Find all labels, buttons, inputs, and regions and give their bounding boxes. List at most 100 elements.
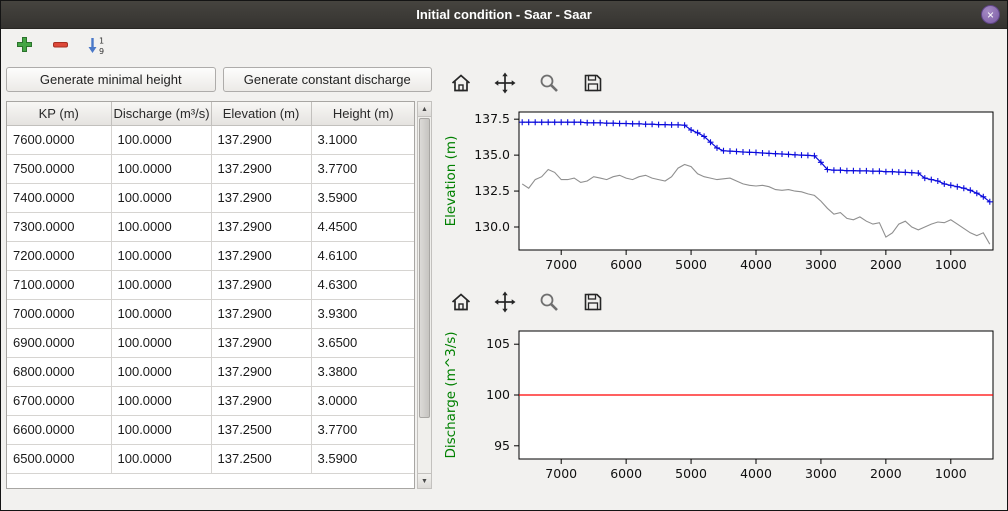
table-cell[interactable]: 4.6100	[311, 241, 415, 270]
table-cell[interactable]: 4.4500	[311, 212, 415, 241]
table-cell[interactable]: 3.7700	[311, 154, 415, 183]
table-row: 7500.0000100.0000137.29003.7700	[7, 154, 415, 183]
sort-rows-button[interactable]: 1 9	[83, 33, 109, 59]
table-cell[interactable]: 3.3800	[311, 357, 415, 386]
close-button[interactable]: ×	[981, 5, 1000, 24]
table-cell[interactable]: 7100.0000	[7, 270, 111, 299]
y-tick-label: 95	[494, 438, 510, 453]
table-cell[interactable]: 100.0000	[111, 444, 211, 473]
table-cell[interactable]: 7500.0000	[7, 154, 111, 183]
table-cell[interactable]: 100.0000	[111, 125, 211, 154]
table-cell[interactable]: 137.2900	[211, 183, 311, 212]
x-tick-label: 2000	[870, 257, 902, 272]
discharge-chart-canvas[interactable]: 700060005000400030002000100095100105Disc…	[441, 321, 1003, 493]
table-row: 7600.0000100.0000137.29003.1000	[7, 125, 415, 154]
table-cell[interactable]: 137.2900	[211, 241, 311, 270]
table-vertical-scrollbar[interactable]: ▲ ▼	[417, 101, 432, 489]
table-cell[interactable]: 100.0000	[111, 212, 211, 241]
table-cell[interactable]: 7000.0000	[7, 299, 111, 328]
table-cell[interactable]: 100.0000	[111, 328, 211, 357]
pan-button[interactable]	[493, 291, 517, 315]
save-button[interactable]	[581, 291, 605, 315]
sort-icon: 1 9	[87, 35, 106, 58]
x-tick-label: 4000	[740, 466, 772, 481]
table-cell[interactable]: 6700.0000	[7, 386, 111, 415]
x-tick-label: 3000	[805, 257, 837, 272]
column-header[interactable]: Elevation (m)	[211, 102, 311, 125]
table-cell[interactable]: 137.2900	[211, 154, 311, 183]
home-icon	[450, 291, 472, 316]
table-cell[interactable]: 137.2900	[211, 299, 311, 328]
window: Initial condition - Saar - Saar × 1 9	[0, 0, 1008, 511]
right-panel: 7000600050004000300020001000130.0132.513…	[435, 63, 1007, 510]
table-cell[interactable]: 100.0000	[111, 386, 211, 415]
table-cell[interactable]: 3.1000	[311, 125, 415, 154]
column-header[interactable]: KP (m)	[7, 102, 111, 125]
generate-minimal-height-button[interactable]: Generate minimal height	[6, 67, 216, 92]
table-cell[interactable]: 6600.0000	[7, 415, 111, 444]
y-axis-label: Discharge (m^3/s)	[443, 331, 459, 458]
table-cell[interactable]: 137.2900	[211, 125, 311, 154]
table-cell[interactable]: 7400.0000	[7, 183, 111, 212]
table-cell[interactable]: 3.7700	[311, 415, 415, 444]
column-header[interactable]: Discharge (m³/s)	[111, 102, 211, 125]
table-cell[interactable]: 6800.0000	[7, 357, 111, 386]
table-cell[interactable]: 100.0000	[111, 270, 211, 299]
table-cell[interactable]: 6900.0000	[7, 328, 111, 357]
zoom-button[interactable]	[537, 291, 561, 315]
x-tick-label: 5000	[675, 257, 707, 272]
table-cell[interactable]: 3.5900	[311, 444, 415, 473]
add-row-button[interactable]	[11, 33, 37, 59]
zoom-button[interactable]	[537, 72, 561, 96]
table-cell[interactable]: 6500.0000	[7, 444, 111, 473]
content: Generate minimal height Generate constan…	[1, 63, 1007, 510]
save-button[interactable]	[581, 72, 605, 96]
table-cell[interactable]: 7200.0000	[7, 241, 111, 270]
table-cell[interactable]: 3.5900	[311, 183, 415, 212]
scroll-up-arrow-icon[interactable]: ▲	[418, 102, 431, 117]
table-cell[interactable]: 7600.0000	[7, 125, 111, 154]
minus-icon	[52, 36, 69, 56]
svg-text:1: 1	[99, 36, 104, 45]
table-cell[interactable]: 100.0000	[111, 357, 211, 386]
remove-row-button[interactable]	[47, 33, 73, 59]
table-row: 6700.0000100.0000137.29003.0000	[7, 386, 415, 415]
table-cell[interactable]: 100.0000	[111, 415, 211, 444]
table-cell[interactable]: 100.0000	[111, 299, 211, 328]
table-cell[interactable]: 7300.0000	[7, 212, 111, 241]
y-axis-label: Elevation (m)	[443, 136, 459, 227]
scrollbar-thumb[interactable]	[419, 118, 430, 418]
scroll-down-arrow-icon[interactable]: ▼	[418, 473, 431, 488]
table-cell[interactable]: 3.6500	[311, 328, 415, 357]
table-cell[interactable]: 137.2900	[211, 357, 311, 386]
table-header-row: KP (m)Discharge (m³/s)Elevation (m)Heigh…	[7, 102, 415, 125]
table-cell[interactable]: 137.2500	[211, 444, 311, 473]
table-cell[interactable]: 100.0000	[111, 154, 211, 183]
home-button[interactable]	[449, 291, 473, 315]
plot-area[interactable]	[519, 112, 993, 250]
x-tick-label: 6000	[610, 466, 642, 481]
table-row: 6800.0000100.0000137.29003.3800	[7, 357, 415, 386]
table-cell[interactable]: 4.6300	[311, 270, 415, 299]
table-cell[interactable]: 137.2500	[211, 415, 311, 444]
table-cell[interactable]: 100.0000	[111, 183, 211, 212]
table-cell[interactable]: 137.2900	[211, 328, 311, 357]
elevation-chart-canvas[interactable]: 7000600050004000300020001000130.0132.513…	[441, 102, 1003, 284]
table-cell[interactable]: 137.2900	[211, 270, 311, 299]
generate-constant-discharge-button[interactable]: Generate constant discharge	[223, 67, 433, 92]
table-row: 6500.0000100.0000137.25003.5900	[7, 444, 415, 473]
titlebar[interactable]: Initial condition - Saar - Saar ×	[1, 1, 1007, 29]
table-cell[interactable]: 100.0000	[111, 241, 211, 270]
left-panel: Generate minimal height Generate constan…	[1, 63, 435, 510]
home-button[interactable]	[449, 72, 473, 96]
table-cell[interactable]: 3.0000	[311, 386, 415, 415]
table-cell[interactable]: 137.2900	[211, 386, 311, 415]
table-cell[interactable]: 3.9300	[311, 299, 415, 328]
pan-button[interactable]	[493, 72, 517, 96]
table-cell[interactable]: 137.2900	[211, 212, 311, 241]
home-icon	[450, 72, 472, 97]
y-tick-label: 132.5	[474, 183, 510, 198]
column-header[interactable]: Height (m)	[311, 102, 415, 125]
table-body: 7600.0000100.0000137.29003.10007500.0000…	[7, 125, 415, 473]
y-tick-label: 100	[486, 387, 510, 402]
